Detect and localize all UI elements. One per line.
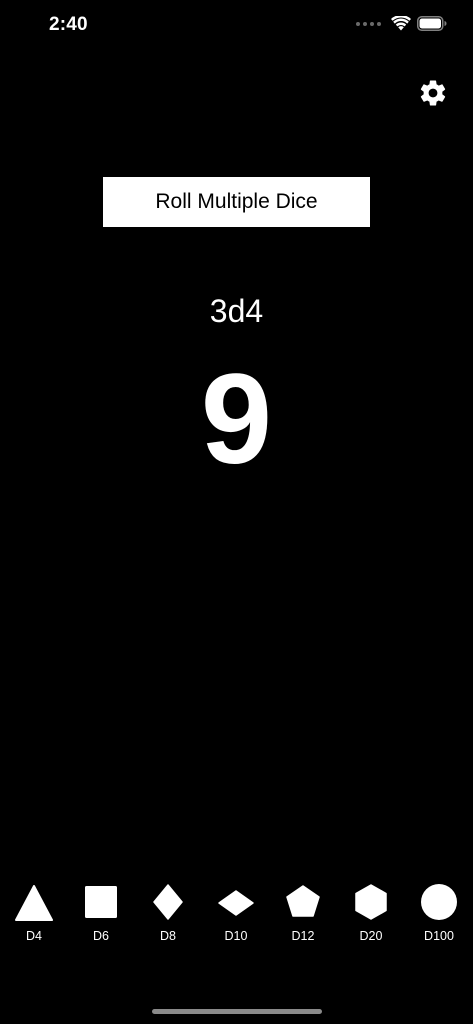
kite-icon (218, 890, 254, 916)
diamond-icon (153, 884, 183, 920)
d12-button[interactable]: D12 (273, 880, 333, 946)
gear-icon (420, 80, 446, 106)
hexagon-icon (355, 884, 387, 920)
dice-selector: D4 D6 D8 D10 D12 D20 D100 (0, 880, 473, 950)
wifi-icon (391, 16, 411, 31)
status-time: 2:40 (49, 14, 88, 35)
die-label: D100 (424, 929, 454, 943)
die-label: D6 (93, 929, 109, 943)
d100-button[interactable]: D100 (409, 880, 469, 946)
d4-button[interactable]: D4 (4, 880, 64, 946)
home-indicator[interactable] (152, 1009, 322, 1014)
die-label: D20 (359, 929, 383, 943)
roll-result: 9 (200, 348, 273, 491)
d6-button[interactable]: D6 (71, 880, 131, 946)
die-label: D10 (224, 929, 248, 943)
circle-icon (421, 884, 457, 920)
die-label: D12 (291, 929, 315, 943)
status-bar: 2:40 (0, 0, 473, 54)
d8-button[interactable]: D8 (138, 880, 198, 946)
square-icon (85, 886, 117, 918)
dice-notation: 3d4 (209, 293, 264, 329)
pentagon-icon (286, 885, 320, 917)
cellular-dots-icon (356, 21, 381, 26)
battery-icon (417, 16, 447, 31)
status-icons (356, 16, 447, 31)
die-label: D4 (26, 929, 42, 943)
d20-button[interactable]: D20 (341, 880, 401, 946)
d10-button[interactable]: D10 (206, 880, 266, 946)
triangle-icon (15, 885, 53, 921)
die-label: D8 (160, 929, 176, 943)
settings-button[interactable] (418, 78, 448, 108)
roll-multiple-dice-button[interactable]: Roll Multiple Dice (103, 177, 370, 227)
